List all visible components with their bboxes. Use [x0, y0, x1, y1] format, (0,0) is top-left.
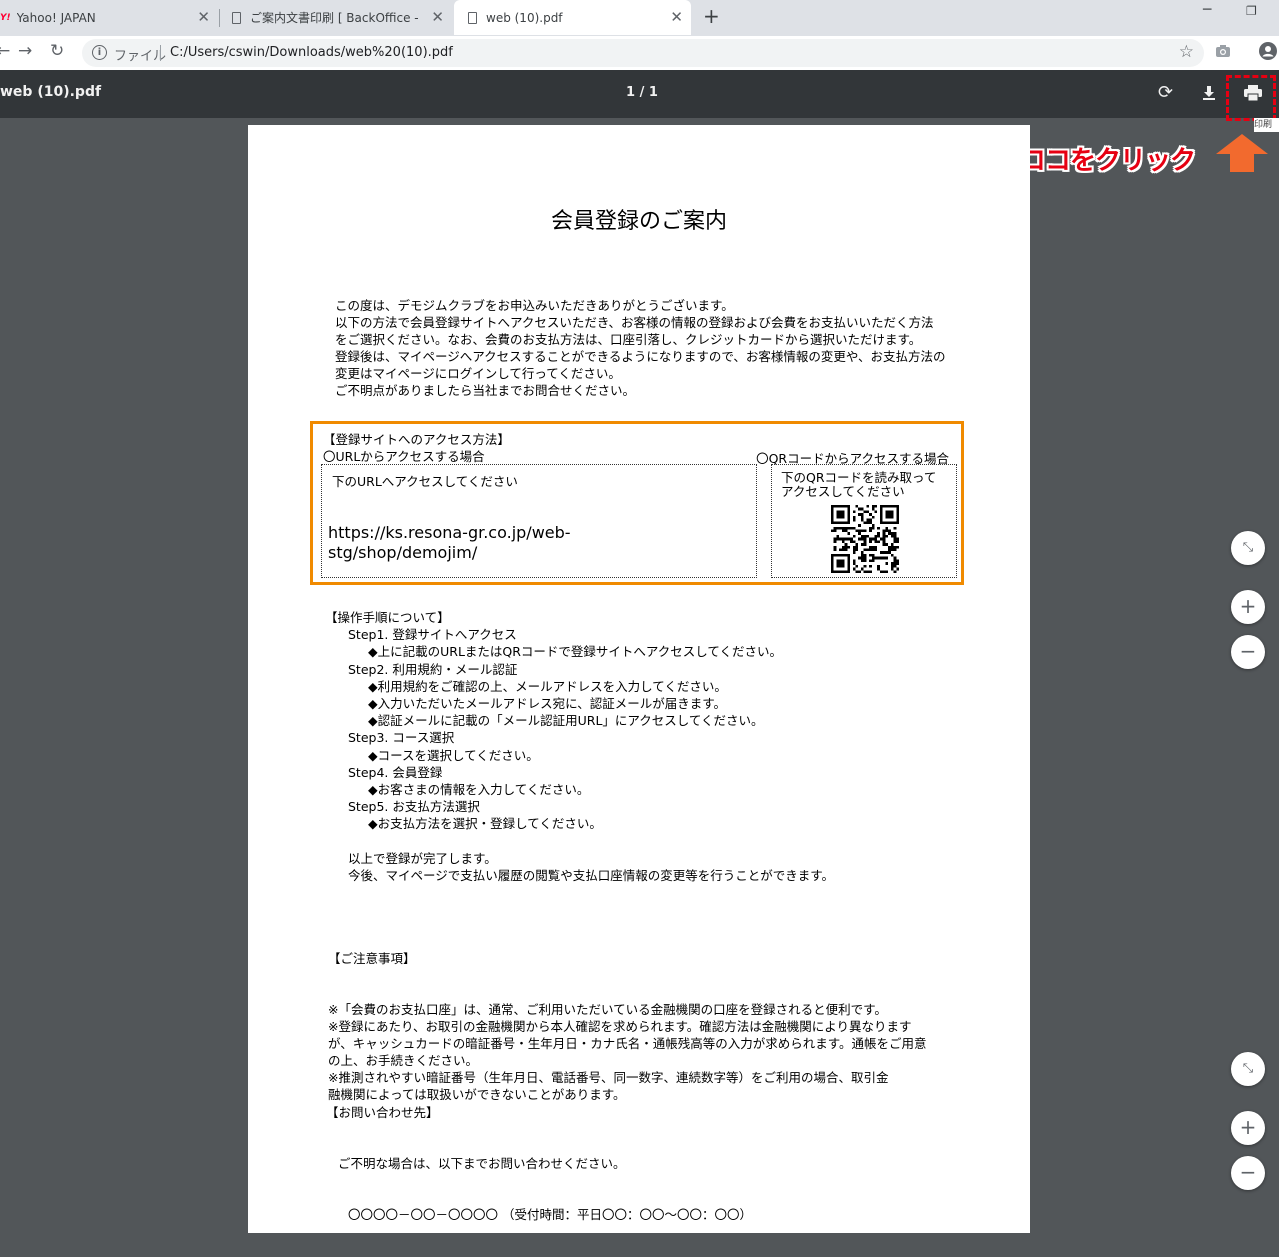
forward-icon[interactable]: →: [18, 41, 32, 61]
close-icon[interactable]: ✕: [670, 9, 683, 25]
info-icon[interactable]: i: [92, 45, 107, 60]
zoom-out-button[interactable]: −: [1231, 635, 1265, 669]
url-box: 下のURLへアクセスしてください https://ks.resona-gr.co…: [321, 464, 757, 578]
document-icon: [468, 11, 477, 24]
star-icon[interactable]: ☆: [1179, 42, 1194, 62]
notes-heading: 【ご注意事項】: [328, 951, 416, 966]
rotate-icon[interactable]: ⟳: [1158, 82, 1173, 103]
step-item: ◆お支払方法を選択・登録してください。: [368, 816, 602, 832]
new-tab-button[interactable]: +: [703, 4, 720, 28]
step-item: ◆認証メールに記載の「メール認証用URL」にアクセスしてください。: [368, 713, 764, 729]
minimize-icon[interactable]: ─: [1203, 2, 1211, 18]
camera-icon[interactable]: [1215, 43, 1231, 59]
tab-yahoo[interactable]: Y! Yahoo! JAPAN ✕: [0, 0, 218, 35]
document-title: 会員登録のご案内: [550, 209, 727, 234]
fit-page-icon[interactable]: ⤡: [1231, 531, 1265, 565]
qr-instruction: 下のQRコードを読み取って アクセスしてください: [781, 470, 937, 499]
address-bar[interactable]: i ファイル C:/Users/cswin/Downloads/web%20(1…: [82, 39, 1204, 67]
zoom-in-button[interactable]: +: [1231, 590, 1265, 624]
document-icon: [232, 11, 241, 24]
back-icon[interactable]: ←: [0, 41, 10, 61]
fit-page-icon[interactable]: ⤡: [1231, 1052, 1265, 1086]
completion-text: 以上で登録が完了します。: [348, 850, 497, 866]
url-instruction: 下のURLへアクセスしてください: [332, 474, 518, 489]
tab-title: web (10).pdf: [486, 10, 563, 25]
contact-text: ご不明な場合は、以下までお問い合わせください。: [338, 1156, 626, 1171]
qr-code: [831, 505, 899, 573]
account-icon[interactable]: [1259, 42, 1277, 60]
print-tooltip: 印刷: [1254, 118, 1279, 132]
step-title: Step2. 利用規約・メール認証: [348, 661, 518, 677]
contact-phone: 〇〇〇〇－〇〇－〇〇〇〇 （受付時間：平日〇〇：〇〇～〇〇：〇〇）: [348, 1207, 752, 1222]
pdf-filename: web (10).pdf: [0, 84, 102, 100]
completion-text: 今後、マイページで支払い履歴の閲覧や支払口座情報の変更等を行うことができます。: [348, 867, 835, 883]
site-label: ファイル: [114, 49, 167, 64]
tab-title: ご案内文書印刷 [ BackOffice - pu: [250, 11, 420, 25]
browser-toolbar: ← → ↻ i ファイル C:/Users/cswin/Downloads/we…: [0, 36, 1279, 70]
tab-backoffice[interactable]: ご案内文書印刷 [ BackOffice - pu ✕: [220, 0, 452, 35]
access-title: 【登録サイトへのアクセス方法】: [323, 432, 510, 447]
contact-section: 【お問い合わせ先】 ご不明な場合は、以下までお問い合わせください。 〇〇〇〇－〇…: [326, 1070, 752, 1257]
reload-icon[interactable]: ↻: [50, 41, 64, 61]
zoom-in-button[interactable]: +: [1231, 1111, 1265, 1145]
pdf-page: 会員登録のご案内 この度は、デモジムクラブをお申込みいただきありがとうございます…: [248, 125, 1030, 1233]
page-indicator: 1 / 1: [626, 85, 658, 100]
yahoo-favicon: Y!: [0, 12, 11, 23]
access-heading: 【登録サイトへのアクセス方法】 〇URLからアクセスする場合: [323, 431, 510, 465]
tab-pdf[interactable]: web (10).pdf ✕: [454, 0, 691, 35]
close-icon[interactable]: ✕: [431, 9, 444, 25]
zoom-out-button[interactable]: −: [1231, 1156, 1265, 1190]
close-icon[interactable]: ✕: [197, 9, 210, 25]
steps-section: 【操作手順について】 Step1. 登録サイトへアクセス ◆上に記載のURLまた…: [325, 609, 834, 884]
steps-heading: 【操作手順について】: [325, 610, 450, 625]
contact-heading: 【お問い合わせ先】: [326, 1105, 439, 1120]
step-item: ◆上に記載のURLまたはQRコードで登録サイトへアクセスしてください。: [368, 644, 783, 660]
download-icon[interactable]: [1202, 85, 1216, 101]
step-item: ◆入力いただいたメールアドレス宛に、認証メールが届きます。: [368, 696, 726, 712]
up-arrow-icon: [1216, 134, 1268, 172]
step-item: ◆利用規約をご確認の上、メールアドレスを入力してください。: [368, 678, 727, 694]
url-text[interactable]: C:/Users/cswin/Downloads/web%20(10).pdf: [170, 45, 453, 60]
registration-url[interactable]: https://ks.resona-gr.co.jp/web-stg/shop/…: [328, 523, 628, 563]
print-button-highlight: [1226, 75, 1276, 121]
url-access-heading: 〇URLからアクセスする場合: [323, 449, 485, 464]
click-here-callout: ココをクリック: [1020, 146, 1196, 176]
step-title: Step1. 登録サイトへアクセス: [348, 627, 517, 643]
access-method-box: 【登録サイトへのアクセス方法】 〇URLからアクセスする場合 〇QRコードからア…: [310, 421, 964, 585]
tab-strip: Y! Yahoo! JAPAN ✕ ご案内文書印刷 [ BackOffice -…: [0, 0, 1279, 36]
pdf-toolbar: web (10).pdf 1 / 1 ⟳: [0, 70, 1279, 118]
qr-box: 下のQRコードを読み取って アクセスしてください: [771, 464, 957, 578]
url-separator: [160, 45, 161, 61]
step-title: Step5. お支払方法選択: [348, 799, 480, 815]
tab-title: Yahoo! JAPAN: [16, 10, 96, 25]
step-item: ◆コースを選択してください。: [368, 747, 539, 763]
restore-icon[interactable]: ❐: [1246, 4, 1257, 18]
step-title: Step4. 会員登録: [348, 764, 443, 780]
intro-text: この度は、デモジムクラブをお申込みいただきありがとうございます。 以下の方法で会…: [335, 298, 946, 398]
step-item: ◆お客さまの情報を入力してください。: [368, 782, 590, 798]
step-title: Step3. コース選択: [348, 730, 455, 746]
